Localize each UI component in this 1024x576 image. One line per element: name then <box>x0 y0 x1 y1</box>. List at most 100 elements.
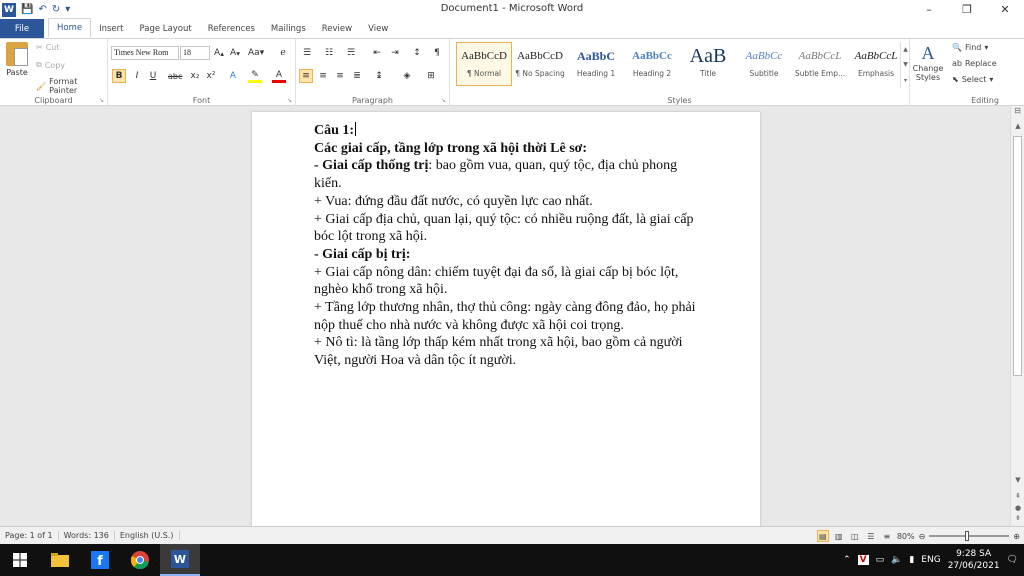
borders-icon[interactable]: ⊞ <box>424 69 438 83</box>
clipboard-launcher-icon[interactable]: ↘ <box>99 97 104 104</box>
minimize-button[interactable]: – <box>910 0 948 19</box>
ruler-toggle-icon[interactable]: ⊟ <box>1011 106 1024 120</box>
document-page[interactable]: Câu 1: Các giai cấp, tầng lớp trong xã hộ… <box>252 112 760 526</box>
customize-qat-icon[interactable]: ▾ <box>65 4 70 15</box>
underline-button[interactable]: U <box>146 69 160 83</box>
style-subtitle[interactable]: AaBbCc Subtitle <box>736 42 792 86</box>
document-paragraph[interactable]: - Giai cấp thống trị: bao gồm vua, quan,… <box>314 157 704 192</box>
superscript-button[interactable]: x² <box>204 69 218 83</box>
tab-page-layout[interactable]: Page Layout <box>132 19 200 38</box>
subscript-button[interactable]: x₂ <box>188 69 202 83</box>
style-emphasis[interactable]: AaBbCcL Emphasis <box>848 42 904 86</box>
tab-home[interactable]: Home <box>48 18 92 38</box>
zoom-slider-knob[interactable] <box>965 531 970 541</box>
document-paragraph[interactable]: + Tầng lớp thương nhân, thợ thủ công: ng… <box>314 299 704 334</box>
chevron-up-icon[interactable]: ⌃ <box>843 555 851 565</box>
undo-icon[interactable]: ↶ <box>38 4 46 15</box>
clock[interactable]: 9:28 SA 27/06/2021 <box>948 548 1000 572</box>
multilevel-list-icon[interactable]: ☴ <box>344 46 358 60</box>
full-screen-reading-icon[interactable]: ▥ <box>833 530 845 542</box>
style-subtle-emphasis[interactable]: AaBbCcL Subtle Emp... <box>792 42 848 86</box>
format-painter-button[interactable]: 🖌 Format Painter <box>36 77 107 95</box>
align-center-icon[interactable]: ≡ <box>316 69 330 83</box>
align-left-icon[interactable]: ≡ <box>299 69 313 83</box>
page-count[interactable]: Page: 1 of 1 <box>0 531 59 540</box>
document-paragraph[interactable]: + Vua: đứng đầu đất nước, có quyền lực c… <box>314 193 704 211</box>
scroll-down-icon[interactable]: ▼ <box>1011 476 1024 484</box>
document-paragraph[interactable]: - Giai cấp bị trị: <box>314 246 704 264</box>
style-heading-2[interactable]: AaBbCc Heading 2 <box>624 42 680 86</box>
document-paragraph[interactable]: + Giai cấp nông dân: chiếm tuyệt đại đa … <box>314 264 704 299</box>
document-area[interactable]: Câu 1: Các giai cấp, tầng lớp trong xã hộ… <box>0 106 1010 526</box>
styles-gallery-scroll[interactable]: ▲ ▼ ▾ <box>900 42 910 88</box>
tab-review[interactable]: Review <box>314 19 360 38</box>
zoom-level[interactable]: 80% <box>897 532 915 541</box>
cut-button[interactable]: ✂ Cut <box>36 43 60 52</box>
word-count[interactable]: Words: 136 <box>59 531 115 540</box>
document-paragraph[interactable]: + Nô tì: là tầng lớp thấp kém nhất trong… <box>314 334 704 369</box>
paste-button[interactable]: Paste <box>3 42 31 77</box>
font-launcher-icon[interactable]: ↘ <box>287 97 292 104</box>
clear-formatting-icon[interactable]: ℯ <box>276 46 290 60</box>
line-spacing-icon[interactable]: ↨ <box>372 69 386 83</box>
document-paragraph[interactable]: + Giai cấp địa chủ, quan lại, quý tộc: c… <box>314 211 704 246</box>
font-size-box[interactable]: 18 <box>180 46 210 60</box>
justify-icon[interactable]: ≣ <box>350 69 364 83</box>
change-case-icon[interactable]: Aa▾ <box>248 46 264 60</box>
tab-mailings[interactable]: Mailings <box>263 19 314 38</box>
pilcrow-icon[interactable]: ¶ <box>430 46 444 60</box>
more-icon[interactable]: ▾ <box>904 77 907 84</box>
scroll-thumb[interactable] <box>1013 136 1022 376</box>
next-page-icon[interactable]: ⇟ <box>1011 514 1024 522</box>
chevron-down-icon[interactable]: ▼ <box>903 61 908 68</box>
find-button[interactable]: 🔍 Find ▾ <box>952 43 988 52</box>
word-app-icon[interactable]: W <box>2 2 16 17</box>
style-normal[interactable]: AaBbCcD ¶ Normal <box>456 42 512 86</box>
restore-button[interactable]: ❐ <box>948 0 986 19</box>
grow-font-icon[interactable]: A ▴ <box>212 46 226 60</box>
scroll-up-icon[interactable]: ▲ <box>1011 122 1024 130</box>
shrink-font-icon[interactable]: A ▾ <box>228 46 242 60</box>
change-styles-button[interactable]: A Change Styles <box>912 43 944 82</box>
style-heading-1[interactable]: AaBbC Heading 1 <box>568 42 624 86</box>
document-paragraph[interactable]: Câu 1: <box>314 122 704 140</box>
style-no-spacing[interactable]: AaBbCcD ¶ No Spacing <box>512 42 568 86</box>
select-button[interactable]: ⬉ Select ▾ <box>952 75 993 84</box>
shading-icon[interactable]: ◈ <box>400 69 414 83</box>
bold-button[interactable]: B <box>112 69 126 83</box>
notifications-icon[interactable]: 🗨 <box>1007 555 1018 565</box>
browse-object-icon[interactable]: ● <box>1011 504 1024 512</box>
outline-icon[interactable]: ☰ <box>865 530 877 542</box>
sort-icon[interactable]: ↕ <box>410 46 424 60</box>
close-button[interactable]: ✕ <box>986 0 1024 19</box>
network-icon[interactable]: ▭ <box>876 555 885 565</box>
battery-icon[interactable]: ▮ <box>909 555 914 565</box>
font-color-icon[interactable]: A <box>272 69 286 83</box>
highlight-icon[interactable]: ✎ <box>248 69 262 83</box>
taskbar-facebook[interactable]: f <box>80 544 120 576</box>
input-language[interactable]: ENG <box>921 555 940 565</box>
document-paragraph[interactable]: Các giai cấp, tầng lớp trong xã hội thời… <box>314 140 704 158</box>
paragraph-launcher-icon[interactable]: ↘ <box>441 97 446 104</box>
taskbar-word[interactable]: W <box>160 544 200 576</box>
draft-icon[interactable]: ≡ <box>881 530 893 542</box>
decrease-indent-icon[interactable]: ⇤ <box>370 46 384 60</box>
redo-icon[interactable]: ↻ <box>52 4 60 15</box>
chevron-up-icon[interactable]: ▲ <box>903 46 908 53</box>
numbering-icon[interactable]: ☷ <box>322 46 336 60</box>
zoom-in-icon[interactable]: ⊕ <box>1013 532 1020 541</box>
zoom-slider[interactable] <box>929 531 1010 541</box>
align-right-icon[interactable]: ≡ <box>333 69 347 83</box>
bullets-icon[interactable]: ☰ <box>300 46 314 60</box>
vertical-scrollbar[interactable]: ⊟ ▲ ▼ ⇞ ● ⇟ <box>1010 106 1024 526</box>
taskbar-file-explorer[interactable] <box>40 544 80 576</box>
language-indicator[interactable]: English (U.S.) <box>115 531 180 540</box>
increase-indent-icon[interactable]: ⇥ <box>388 46 402 60</box>
save-icon[interactable]: 💾 <box>21 4 33 15</box>
previous-page-icon[interactable]: ⇞ <box>1011 492 1024 500</box>
web-layout-icon[interactable]: ◫ <box>849 530 861 542</box>
tab-file[interactable]: File <box>0 19 44 38</box>
tab-insert[interactable]: Insert <box>91 19 131 38</box>
font-name-box[interactable]: Times New Rom <box>111 46 179 60</box>
replace-button[interactable]: ab Replace <box>952 59 997 68</box>
